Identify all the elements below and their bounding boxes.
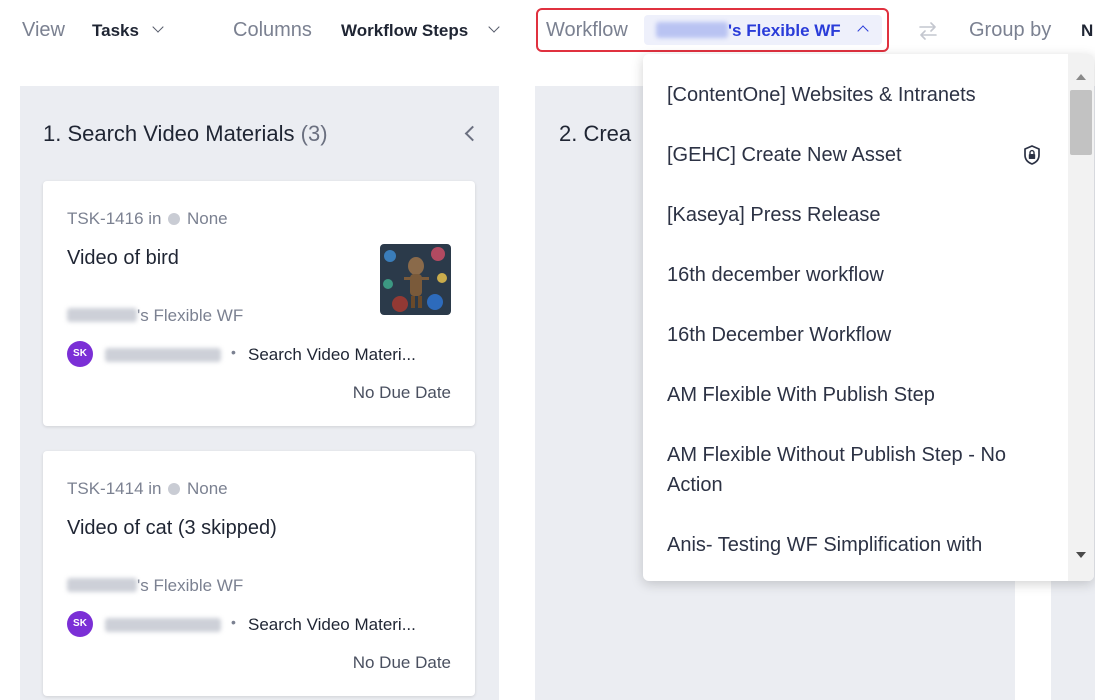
column-title-text: 1. Search Video Materials: [43, 121, 295, 146]
task-id: TSK-1416 in None: [67, 209, 228, 229]
column-count: (3): [300, 121, 328, 146]
workflow-option[interactable]: [ContentOne] Websites & Intranets: [667, 80, 1047, 110]
column-title: 2. Crea: [559, 121, 632, 146]
redacted-name: [656, 22, 728, 38]
task-workflow: 's Flexible WF: [67, 306, 243, 326]
workflow-option[interactable]: AM Flexible With Publish Step: [667, 380, 1047, 410]
task-id-text: TSK-1416 in: [67, 209, 162, 228]
swap-arrows-icon[interactable]: [918, 22, 938, 40]
groupby-label: Group by: [969, 19, 1052, 41]
chevron-up-icon[interactable]: [857, 25, 869, 37]
workflow-option-text: Anis- Testing WF Simplification with: [667, 534, 983, 556]
task-thumbnail-image: [380, 244, 451, 315]
task-workflow-text: 's Flexible WF: [137, 576, 244, 595]
chevron-down-icon[interactable]: [152, 21, 164, 33]
workflow-dropdown: [ContentOne] Websites & Intranets [GEHC]…: [643, 54, 1094, 581]
chevron-down-icon[interactable]: [488, 21, 500, 33]
task-workflow-text: 's Flexible WF: [137, 306, 244, 325]
scroll-up-icon[interactable]: [1076, 74, 1086, 80]
separator-dot: •: [231, 614, 236, 630]
redacted-assignee: [105, 618, 221, 632]
status-dot-icon: [168, 213, 181, 225]
task-status: None: [186, 209, 228, 228]
task-card[interactable]: TSK-1414 in None Video of cat (3 skipped…: [43, 451, 475, 696]
workflow-option[interactable]: 16th december workflow: [667, 260, 1047, 290]
separator-dot: •: [231, 344, 236, 360]
workflow-option[interactable]: AM Flexible Without Publish Step - No Ac…: [667, 440, 1027, 500]
task-step: Search Video Materi...: [248, 345, 416, 364]
task-due-date: No Due Date: [352, 383, 451, 402]
task-id: TSK-1414 in None: [67, 479, 228, 499]
status-dot-icon: [168, 483, 181, 495]
columns-label: Columns: [233, 19, 312, 41]
workflow-filter: Workflow 's Flexible WF: [536, 8, 889, 52]
workflow-option[interactable]: [Kaseya] Press Release: [667, 200, 1047, 230]
toolbar: View Tasks Columns Workflow Steps Workfl…: [0, 0, 1095, 62]
lock-shield-icon: [1024, 145, 1040, 165]
scroll-down-icon[interactable]: [1076, 552, 1086, 558]
redacted-assignee: [105, 348, 221, 362]
avatar: SK: [67, 341, 93, 367]
task-title[interactable]: Video of bird: [67, 247, 179, 270]
redacted-name: [67, 578, 137, 592]
board-column: 1. Search Video Materials (3) TSK-1416 i…: [20, 86, 499, 700]
task-status: None: [186, 479, 228, 498]
scrollbar-thumb[interactable]: [1070, 90, 1092, 155]
dropdown-scrollbar[interactable]: [1068, 54, 1094, 581]
task-title[interactable]: Video of cat (3 skipped): [67, 517, 277, 540]
task-id-text: TSK-1414 in: [67, 479, 162, 498]
task-step: Search Video Materi...: [248, 615, 416, 634]
workflow-option[interactable]: [GEHC] Create New Asset: [667, 140, 1047, 170]
columns-select[interactable]: Workflow Steps: [341, 21, 468, 41]
workflow-select[interactable]: 's Flexible WF: [644, 15, 882, 45]
task-due-date: No Due Date: [352, 653, 451, 672]
task-card[interactable]: TSK-1416 in None Video of bird 's Flexib…: [43, 181, 475, 426]
workflow-value[interactable]: 's Flexible WF: [728, 21, 841, 41]
view-label: View: [22, 19, 65, 41]
workflow-options-list: [ContentOne] Websites & Intranets [GEHC]…: [643, 54, 1068, 581]
task-workflow: 's Flexible WF: [67, 576, 243, 596]
workflow-option[interactable]: 16th December Workflow: [667, 320, 1047, 350]
view-select[interactable]: Tasks: [92, 21, 139, 41]
chevron-left-icon[interactable]: [464, 125, 481, 142]
column-title: 1. Search Video Materials (3): [43, 121, 328, 147]
groupby-select[interactable]: N: [1081, 21, 1093, 41]
workflow-label: Workflow: [546, 19, 628, 41]
avatar: SK: [67, 611, 93, 637]
workflow-option[interactable]: Anis- Testing WF Simplification with: [667, 530, 1047, 580]
redacted-name: [67, 308, 137, 322]
